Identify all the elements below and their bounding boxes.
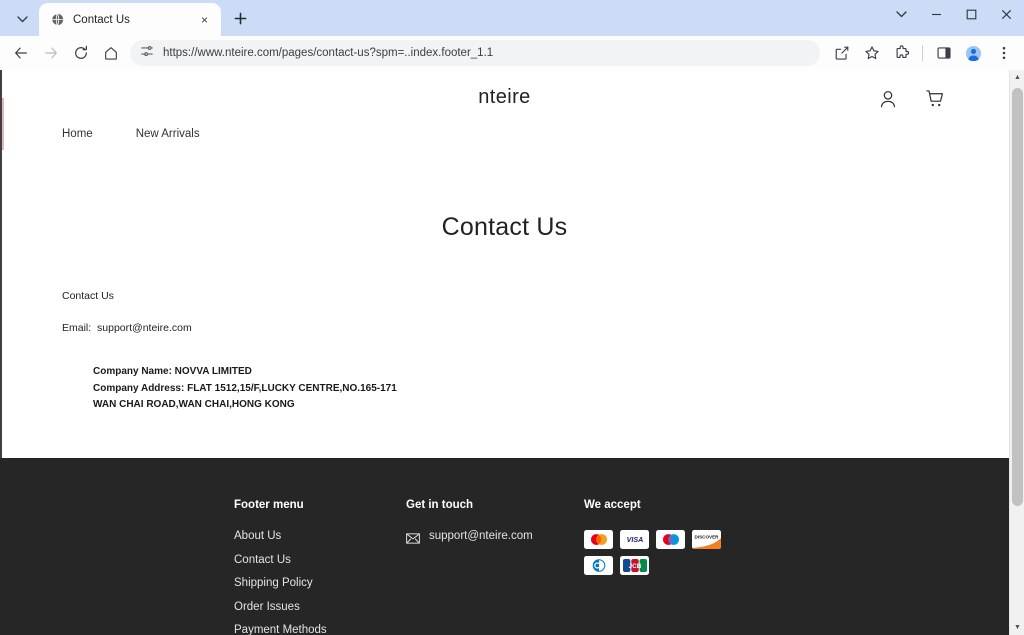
jcb-icon: JCB xyxy=(620,556,649,575)
company-info: Company Name: NOVVA LIMITED Company Addr… xyxy=(93,364,1009,414)
arrow-right-icon xyxy=(44,47,57,59)
scrollbar-thumb[interactable] xyxy=(1012,88,1023,506)
maximize-icon xyxy=(966,9,977,19)
tab-search-button[interactable] xyxy=(8,5,36,33)
share-icon[interactable] xyxy=(827,39,856,68)
window-controls xyxy=(884,0,1024,36)
scroll-down-arrow[interactable]: ▼ xyxy=(1010,620,1024,635)
new-tab-button[interactable] xyxy=(227,5,254,32)
arrow-left-icon xyxy=(14,47,27,59)
diners-club-icon xyxy=(584,556,613,575)
window-minimize-button[interactable] xyxy=(919,0,954,28)
tab-contact-us[interactable]: Contact Us × xyxy=(39,3,221,36)
back-button[interactable] xyxy=(6,39,35,68)
home-button[interactable] xyxy=(96,39,125,68)
mastercard-icon xyxy=(584,530,613,549)
footer-columns: Footer menu About Us Contact Us Shipping… xyxy=(234,499,784,635)
tab-strip: Contact Us × xyxy=(0,0,1024,36)
page-scrollbar[interactable]: ▲ ▼ xyxy=(1009,70,1024,635)
window-close-button[interactable] xyxy=(989,0,1024,28)
browser-window: Contact Us × https://www.nteire.com/page… xyxy=(0,0,1024,635)
contact-section-label: Contact Us xyxy=(62,290,114,302)
email-value[interactable]: support@nteire.com xyxy=(97,322,192,334)
header-icon-group xyxy=(877,88,946,110)
site-logo[interactable]: nteire xyxy=(0,86,1009,109)
envelope-icon xyxy=(406,531,420,544)
forward-button[interactable] xyxy=(36,39,65,68)
footer-email-row[interactable]: support@nteire.com xyxy=(406,530,584,544)
close-icon xyxy=(1001,9,1012,19)
footer-link-about-us[interactable]: About Us xyxy=(234,530,406,542)
company-address-line-2: WAN CHAI ROAD,WAN CHAI,HONG KONG xyxy=(93,399,295,410)
chevron-down-icon xyxy=(16,15,28,22)
address-bar[interactable]: https://www.nteire.com/pages/contact-us?… xyxy=(130,40,820,66)
footer-link-contact-us[interactable]: Contact Us xyxy=(234,554,406,566)
footer-link-payment-methods[interactable]: Payment Methods xyxy=(234,624,406,635)
profile-avatar-icon[interactable] xyxy=(959,39,988,68)
web-page: nteire Home New Arrivals Contact Us Cont… xyxy=(0,70,1009,635)
nav-item-home[interactable]: Home xyxy=(62,128,93,140)
we-accept-heading: We accept xyxy=(584,499,641,511)
scroll-up-arrow[interactable]: ▲ xyxy=(1010,70,1024,85)
footer-email-text[interactable]: support@nteire.com xyxy=(429,530,533,542)
window-expand-button[interactable] xyxy=(884,0,919,28)
reload-icon xyxy=(74,45,87,59)
reload-button[interactable] xyxy=(66,39,95,68)
plus-icon xyxy=(234,12,247,25)
payment-icons: VISA DISCOVER JCB xyxy=(584,530,739,575)
footer-menu-column: Footer menu About Us Contact Us Shipping… xyxy=(234,499,406,635)
email-label: Email: xyxy=(62,322,92,334)
tune-icon[interactable] xyxy=(140,44,154,63)
footer-get-in-touch-column: Get in touch support@nteire.com xyxy=(406,499,584,635)
site-header: nteire Home New Arrivals xyxy=(0,70,1009,155)
chevron-down-icon xyxy=(896,10,907,17)
globe-icon xyxy=(50,12,65,27)
account-icon[interactable] xyxy=(877,88,899,110)
star-icon[interactable] xyxy=(857,39,886,68)
discover-icon: DISCOVER xyxy=(692,530,721,549)
kebab-menu-icon[interactable] xyxy=(989,39,1018,68)
home-icon xyxy=(104,47,117,60)
svg-text:VISA: VISA xyxy=(626,536,643,544)
company-address-line-1: Company Address: FLAT 1512,15/F,LUCKY CE… xyxy=(93,382,397,394)
side-panel-icon[interactable] xyxy=(929,39,958,68)
tab-close-button[interactable]: × xyxy=(196,11,213,28)
puzzle-icon[interactable] xyxy=(887,39,916,68)
site-footer: Footer menu About Us Contact Us Shipping… xyxy=(0,458,1009,635)
footer-we-accept-column: We accept VISA DISCOVER JCB xyxy=(584,499,784,635)
footer-link-order-issues[interactable]: Order Issues xyxy=(234,601,406,613)
nav-item-new-arrivals[interactable]: New Arrivals xyxy=(136,128,200,140)
primary-nav: Home New Arrivals xyxy=(62,128,200,140)
page-title: Contact Us xyxy=(441,213,568,241)
main-content: Contact Us Contact Us Email: support@nte… xyxy=(0,213,1009,414)
toolbar-actions xyxy=(827,39,1018,68)
contact-email-line: Email: support@nteire.com xyxy=(62,322,1009,334)
url-text[interactable]: https://www.nteire.com/pages/contact-us?… xyxy=(163,47,493,59)
tab-title: Contact Us xyxy=(73,13,130,26)
company-name-line: Company Name: NOVVA LIMITED xyxy=(93,366,252,377)
get-in-touch-heading: Get in touch xyxy=(406,499,474,511)
cart-icon[interactable] xyxy=(924,88,946,110)
svg-text:JCB: JCB xyxy=(628,563,641,570)
visa-icon: VISA xyxy=(620,530,649,549)
maestro-icon xyxy=(656,530,685,549)
browser-toolbar: https://www.nteire.com/pages/contact-us?… xyxy=(0,36,1024,70)
footer-link-shipping-policy[interactable]: Shipping Policy xyxy=(234,577,406,589)
page-viewport: nteire Home New Arrivals Contact Us Cont… xyxy=(0,70,1024,635)
minimize-icon xyxy=(932,13,941,15)
window-maximize-button[interactable] xyxy=(954,0,989,28)
footer-menu-heading: Footer menu xyxy=(234,499,304,511)
toolbar-divider xyxy=(922,45,923,61)
svg-text:DISCOVER: DISCOVER xyxy=(695,535,720,540)
